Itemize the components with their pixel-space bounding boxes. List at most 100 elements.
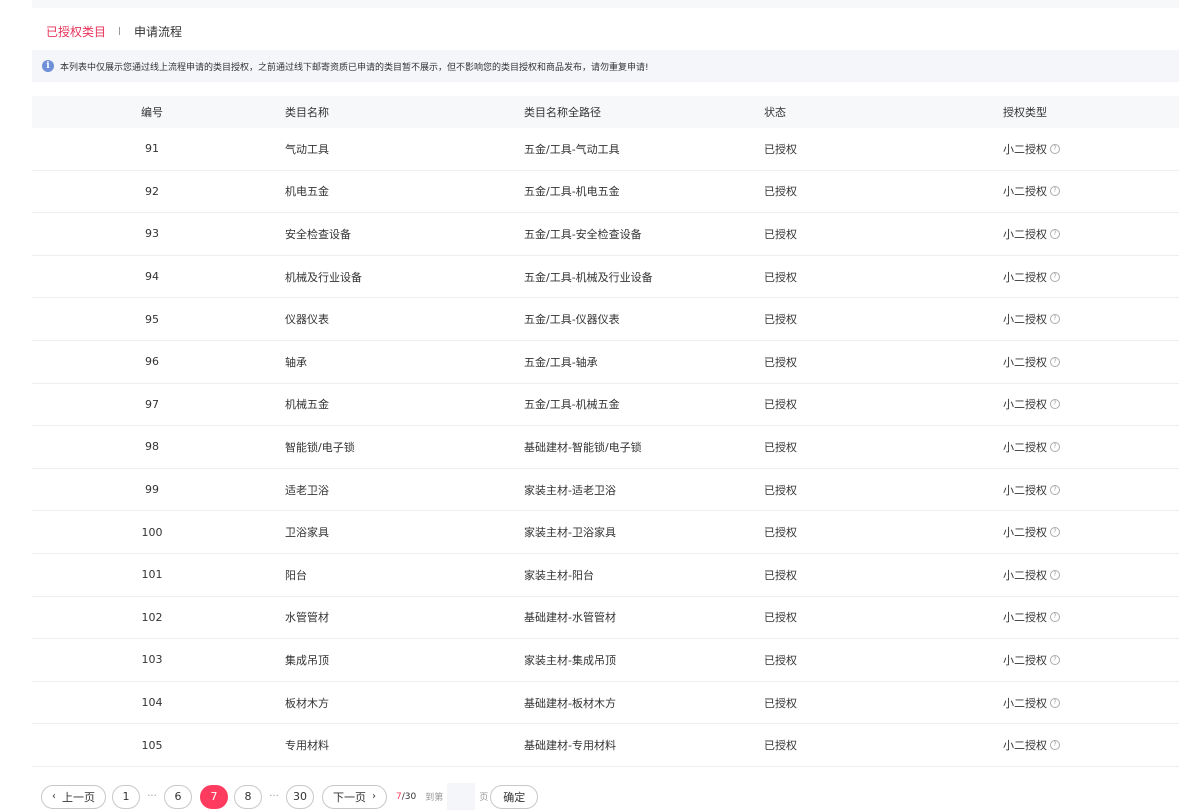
tab-application-process[interactable]: 申请流程 <box>134 23 182 40</box>
cell-auth-type: 小二授权? <box>1003 384 1060 426</box>
cell-name: 板材木方 <box>285 696 329 710</box>
question-circle-icon[interactable]: ? <box>1050 186 1060 197</box>
table-header: 编号 类目名称 类目名称全路径 状态 授权类型 <box>32 96 1179 128</box>
question-circle-icon[interactable]: ? <box>1050 569 1060 580</box>
question-circle-icon[interactable]: ? <box>1050 356 1060 367</box>
cell-name: 轴承 <box>285 355 307 369</box>
auth-type-label: 小二授权 <box>1003 440 1047 454</box>
cell-num: 101 <box>141 568 163 582</box>
cell-path: 五金/工具-仪器仪表 <box>524 313 620 327</box>
table-row: 102 水管管材 基础建材-水管管材 已授权 小二授权? <box>32 597 1179 640</box>
next-page-button[interactable]: 下一页 › <box>322 784 387 809</box>
cell-path: 五金/工具-轴承 <box>524 355 598 369</box>
cell-status: 已授权 <box>764 653 797 667</box>
auth-type-label: 小二授权 <box>1003 696 1047 710</box>
goto-label: 到第 <box>425 793 444 803</box>
auth-type-label: 小二授权 <box>1003 483 1047 497</box>
table-row: 91 气动工具 五金/工具-气动工具 已授权 小二授权? <box>32 128 1179 171</box>
table-row: 93 安全检查设备 五金/工具-安全检查设备 已授权 小二授权? <box>32 213 1179 256</box>
page-button-first[interactable]: 1 <box>112 784 140 809</box>
cell-path: 基础建材-专用材料 <box>524 739 616 753</box>
table-row: 105 专用材料 基础建材-专用材料 已授权 小二授权? <box>32 724 1179 767</box>
cell-status: 已授权 <box>764 227 797 241</box>
next-page-label: 下一页 <box>333 790 366 804</box>
auth-type-label: 小二授权 <box>1003 142 1047 156</box>
info-icon: i <box>42 60 54 72</box>
top-strip <box>32 0 1179 8</box>
ellipsis: ··· <box>147 791 157 802</box>
page-button-last[interactable]: 30 <box>286 784 314 809</box>
pagination: ‹ 上一页 1 ··· 6 7 8 ··· 30 下一页 › 7/30 到第 页… <box>41 782 539 810</box>
auth-type-label: 小二授权 <box>1003 611 1047 625</box>
cell-name: 适老卫浴 <box>285 483 329 497</box>
cell-auth-type: 小二授权? <box>1003 597 1060 639</box>
cell-auth-type: 小二授权? <box>1003 554 1060 596</box>
cell-num: 102 <box>141 610 163 624</box>
page-button-6[interactable]: 6 <box>164 784 192 809</box>
question-circle-icon[interactable]: ? <box>1050 228 1060 239</box>
question-circle-icon[interactable]: ? <box>1050 143 1060 154</box>
table-row: 94 机械及行业设备 五金/工具-机械及行业设备 已授权 小二授权? <box>32 256 1179 299</box>
cell-name: 卫浴家具 <box>285 526 329 540</box>
cell-name: 机电五金 <box>285 185 329 199</box>
cell-auth-type: 小二授权? <box>1003 426 1060 468</box>
confirm-button[interactable]: 确定 <box>490 784 539 809</box>
question-circle-icon[interactable]: ? <box>1050 740 1060 751</box>
cell-status: 已授权 <box>764 398 797 412</box>
cell-path: 五金/工具-机电五金 <box>524 185 620 199</box>
cell-num: 92 <box>145 184 159 198</box>
header-num: 编号 <box>141 106 163 119</box>
page-button-current[interactable]: 7 <box>200 784 228 809</box>
cell-auth-type: 小二授权? <box>1003 511 1060 553</box>
table-row: 96 轴承 五金/工具-轴承 已授权 小二授权? <box>32 341 1179 384</box>
notice-banner: i 本列表中仅展示您通过线上流程申请的类目授权，之前通过线下邮寄资质已申请的类目… <box>32 50 1179 82</box>
question-circle-icon[interactable]: ? <box>1050 654 1060 665</box>
category-table: 编号 类目名称 类目名称全路径 状态 授权类型 91 气动工具 五金/工具-气动工具… <box>32 96 1179 767</box>
table-body: 91 气动工具 五金/工具-气动工具 已授权 小二授权? 92 机电五金 五金/工具-机电五金… <box>32 128 1179 767</box>
question-circle-icon[interactable]: ? <box>1050 527 1060 538</box>
cell-auth-type: 小二授权? <box>1003 682 1060 724</box>
question-circle-icon[interactable]: ? <box>1050 271 1060 282</box>
cell-name: 水管管材 <box>285 611 329 625</box>
table-row: 103 集成吊顶 家装主材-集成吊顶 已授权 小二授权? <box>32 639 1179 682</box>
cell-path: 家装主材-适老卫浴 <box>524 483 616 497</box>
prev-page-button[interactable]: ‹ 上一页 <box>41 784 106 809</box>
cell-num: 91 <box>145 142 159 156</box>
cell-auth-type: 小二授权? <box>1003 639 1060 681</box>
table-row: 99 适老卫浴 家装主材-适老卫浴 已授权 小二授权? <box>32 469 1179 512</box>
cell-path: 五金/工具-机械五金 <box>524 398 620 412</box>
tab-authorized-categories[interactable]: 已授权类目 <box>46 23 106 40</box>
cell-name: 集成吊顶 <box>285 653 329 667</box>
cell-name: 专用材料 <box>285 739 329 753</box>
page-button-8[interactable]: 8 <box>234 784 262 809</box>
ellipsis: ··· <box>269 791 279 802</box>
cell-status: 已授权 <box>764 355 797 369</box>
prev-page-label: 上一页 <box>62 790 95 804</box>
tab-divider <box>119 27 121 35</box>
cell-status: 已授权 <box>764 739 797 753</box>
cell-status: 已授权 <box>764 526 797 540</box>
table-row: 98 智能锁/电子锁 基础建材-智能锁/电子锁 已授权 小二授权? <box>32 426 1179 469</box>
chevron-right-icon: › <box>372 791 376 802</box>
goto-page-input[interactable] <box>447 782 476 810</box>
question-circle-icon[interactable]: ? <box>1050 399 1060 410</box>
table-row: 101 阳台 家装主材-阳台 已授权 小二授权? <box>32 554 1179 597</box>
table-row: 92 机电五金 五金/工具-机电五金 已授权 小二授权? <box>32 171 1179 214</box>
header-path: 类目名称全路径 <box>524 106 601 119</box>
table-row: 100 卫浴家具 家装主材-卫浴家具 已授权 小二授权? <box>32 511 1179 554</box>
question-circle-icon[interactable]: ? <box>1050 612 1060 623</box>
cell-auth-type: 小二授权? <box>1003 298 1060 340</box>
cell-auth-type: 小二授权? <box>1003 469 1060 511</box>
question-circle-icon[interactable]: ? <box>1050 314 1060 325</box>
cell-status: 已授权 <box>764 142 797 156</box>
header-status: 状态 <box>764 106 786 119</box>
question-circle-icon[interactable]: ? <box>1050 441 1060 452</box>
auth-type-label: 小二授权 <box>1003 526 1047 540</box>
notice-text: 本列表中仅展示您通过线上流程申请的类目授权，之前通过线下邮寄资质已申请的类目暂不… <box>60 62 649 73</box>
tab-bar: 已授权类目 申请流程 <box>46 22 182 40</box>
table-row: 97 机械五金 五金/工具-机械五金 已授权 小二授权? <box>32 384 1179 427</box>
cell-path: 基础建材-板材木方 <box>524 696 616 710</box>
question-circle-icon[interactable]: ? <box>1050 484 1060 495</box>
question-circle-icon[interactable]: ? <box>1050 697 1060 708</box>
cell-auth-type: 小二授权? <box>1003 213 1060 255</box>
